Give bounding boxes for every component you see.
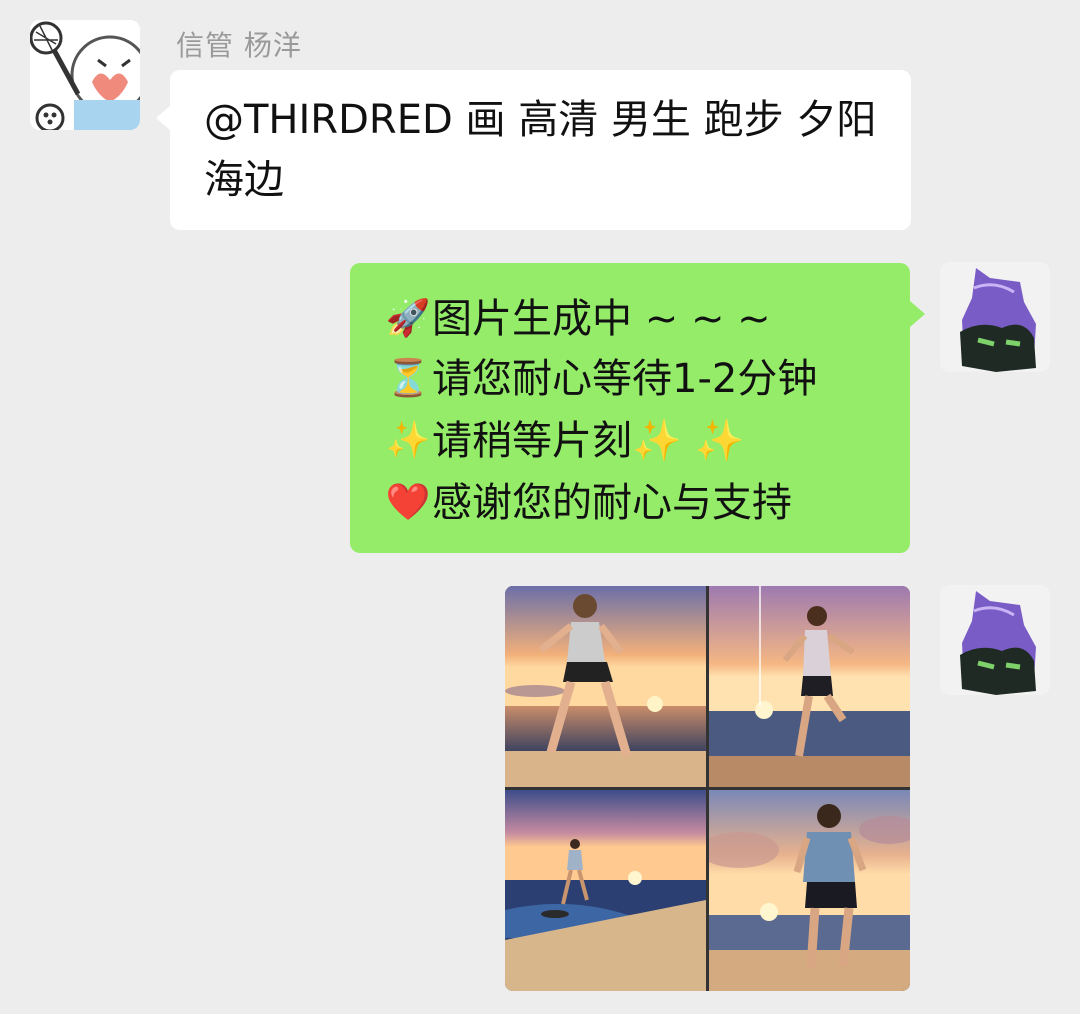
message-line-text: 图片生成中 ~ ~ ~: [432, 296, 771, 342]
generated-image-message[interactable]: [505, 586, 910, 991]
message-line: ✨请稍等片刻✨ ✨: [384, 411, 745, 471]
message-line-text: 感谢您的耐心与支持: [432, 480, 792, 526]
my-avatar[interactable]: [940, 262, 1050, 372]
my-avatar[interactable]: [940, 585, 1050, 695]
image-panel: [709, 586, 910, 787]
cartoon-avatar-icon: [30, 20, 140, 130]
incoming-message-bubble[interactable]: @THIRDRED 画 高清 男生 跑步 夕阳 海边: [156, 70, 911, 230]
image-panel: [505, 586, 706, 787]
sender-name: 信管 杨洋: [176, 29, 302, 62]
message-line: ❤️感谢您的耐心与支持: [384, 473, 792, 533]
runner-sunset-image: [505, 790, 706, 991]
image-panel: [709, 790, 910, 991]
message-line-text: 请稍等片刻✨ ✨: [432, 418, 745, 464]
message-line-text: 请您耐心等待1-2分钟: [432, 356, 818, 402]
sparkles-icon: ✨: [385, 420, 431, 461]
runner-sunset-image: [505, 586, 706, 787]
message-line: 🚀图片生成中 ~ ~ ~: [384, 289, 771, 349]
runner-sunset-image: [709, 586, 910, 787]
runner-sunset-image: [709, 790, 910, 991]
avatar-image-icon: [940, 262, 1050, 372]
avatar-image-icon: [940, 585, 1050, 695]
message-line: ⏳请您耐心等待1-2分钟: [384, 349, 818, 409]
image-panel: [505, 790, 706, 991]
rocket-icon: 🚀: [385, 298, 431, 339]
heart-icon: ❤️: [385, 482, 431, 523]
sender-avatar[interactable]: [30, 20, 140, 130]
outgoing-message-bubble[interactable]: 🚀图片生成中 ~ ~ ~ ⏳请您耐心等待1-2分钟 ✨请稍等片刻✨ ✨ ❤️感谢…: [350, 263, 925, 553]
incoming-message-text: @THIRDRED 画 高清 男生 跑步 夕阳 海边: [204, 97, 877, 203]
hourglass-icon: ⏳: [385, 358, 431, 399]
